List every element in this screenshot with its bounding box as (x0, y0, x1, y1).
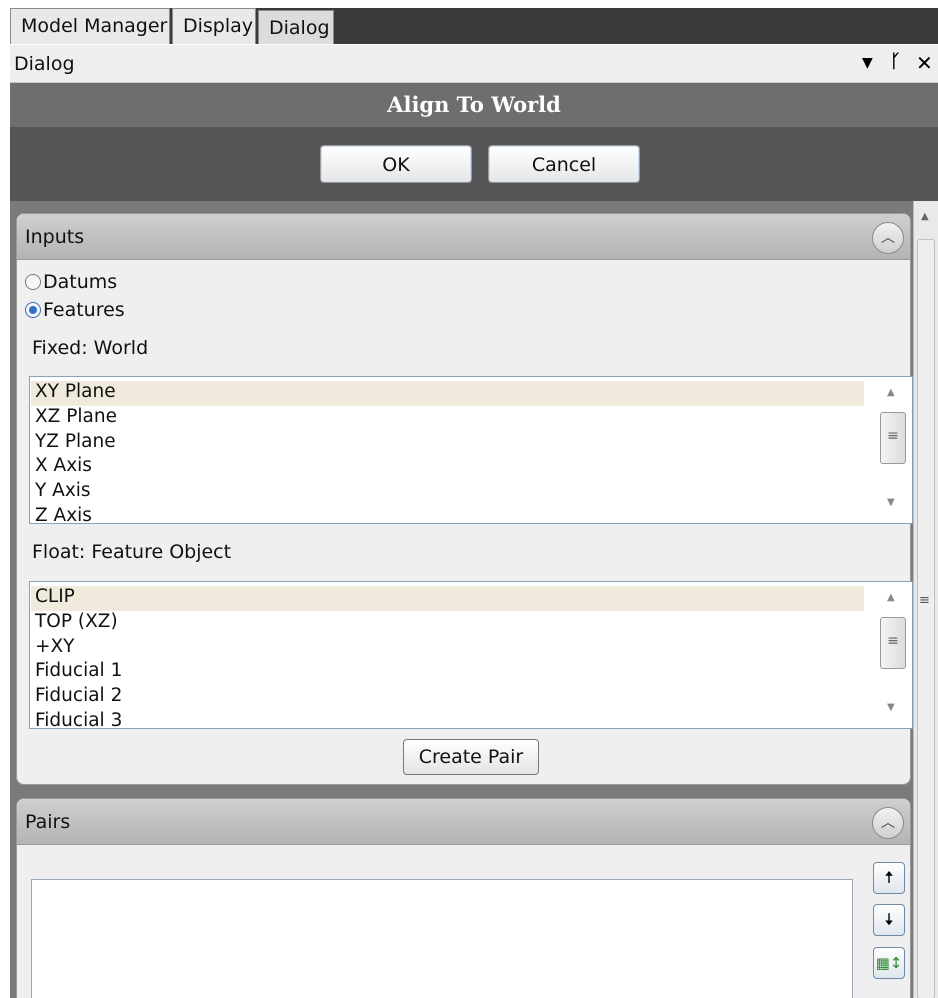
tab-label: Dialog (269, 17, 330, 39)
scroll-thumb[interactable] (917, 239, 935, 998)
scroll-up-arrow-icon[interactable]: ▲ (887, 592, 895, 603)
close-icon[interactable]: ✕ (916, 51, 933, 75)
scroll-down-arrow-icon[interactable]: ▼ (887, 497, 895, 508)
list-item[interactable]: TOP (XZ) (35, 611, 118, 636)
radio-datums-label: Datums (43, 271, 118, 293)
tab-strip: Model Manager Display Dialog (10, 8, 938, 44)
scroll-thumb[interactable]: ≡ (880, 617, 906, 669)
tab-label: Display (183, 15, 254, 37)
float-list-scrollbar[interactable]: ▲ ≡ ▼ (876, 582, 912, 728)
scroll-thumb[interactable]: ≡ (880, 412, 906, 464)
inputs-panel-header[interactable]: Inputs ︿ (17, 214, 910, 260)
chevron-down-icon[interactable]: ▼ (862, 55, 873, 71)
ok-button[interactable]: OK (320, 145, 472, 183)
list-item[interactable]: YZ Plane (35, 431, 116, 456)
panel-title-bar: Dialog ▼ ᚴ ✕ (10, 45, 938, 83)
pairs-listbox[interactable] (31, 879, 853, 998)
list-item[interactable]: Y Axis (35, 480, 91, 505)
create-pair-button[interactable]: Create Pair (403, 739, 539, 775)
list-item[interactable]: XY Plane (31, 381, 864, 406)
list-item[interactable]: Z Axis (35, 505, 92, 523)
dialog-actions: OK Cancel (10, 127, 938, 201)
pairs-header-label: Pairs (25, 811, 71, 833)
dialog-content: Inputs ︿ Datums Features Fixed: World XY… (10, 201, 938, 998)
swap-icon[interactable]: ▦↕ (873, 947, 905, 979)
cancel-button[interactable]: Cancel (488, 145, 640, 183)
dialog-title: Align To World (387, 92, 561, 117)
pairs-panel: Pairs ︿ 🠅 🠇 ▦↕ (16, 798, 911, 998)
fixed-label: Fixed: World (32, 337, 149, 359)
panel-title: Dialog (14, 53, 75, 75)
radio-unchecked-icon (25, 274, 41, 290)
float-label: Float: Feature Object (32, 541, 232, 563)
dialog-header: Align To World (10, 83, 938, 127)
list-item[interactable]: X Axis (35, 455, 92, 480)
list-item[interactable]: Fiducial 1 (35, 660, 122, 685)
tab-display[interactable]: Display (172, 8, 256, 44)
scroll-grip-icon: ≡ (919, 593, 930, 608)
float-listbox[interactable]: CLIP TOP (XZ) +XY Fiducial 1 Fiducial 2 … (29, 581, 913, 729)
pairs-panel-header[interactable]: Pairs ︿ (17, 799, 910, 845)
scroll-up-arrow-icon[interactable]: ▲ (887, 387, 895, 398)
list-item[interactable]: Fiducial 2 (35, 685, 122, 710)
tab-label: Model Manager (21, 15, 168, 37)
dialog-scrollbar[interactable]: ▲ ≡ (913, 201, 938, 998)
fixed-list-scrollbar[interactable]: ▲ ≡ ▼ (876, 377, 912, 523)
scroll-up-arrow-icon[interactable]: ▲ (921, 211, 929, 222)
tab-model-manager[interactable]: Model Manager (10, 8, 170, 44)
list-item[interactable]: +XY (35, 636, 74, 661)
radio-features[interactable]: Features (25, 299, 125, 321)
radio-features-label: Features (43, 299, 125, 321)
fixed-listbox[interactable]: XY Plane XZ Plane YZ Plane X Axis Y Axis… (29, 376, 913, 524)
list-item[interactable]: XZ Plane (35, 406, 117, 431)
collapse-pairs-chevron-up-icon[interactable]: ︿ (872, 807, 904, 839)
list-item[interactable]: CLIP (31, 586, 864, 611)
inputs-panel: Inputs ︿ Datums Features Fixed: World XY… (16, 213, 913, 785)
collapse-inputs-chevron-up-icon[interactable]: ︿ (872, 222, 904, 254)
scroll-down-arrow-icon[interactable]: ▼ (887, 702, 895, 713)
move-up-icon[interactable]: 🠅 (873, 862, 905, 894)
inputs-header-label: Inputs (25, 226, 85, 248)
move-down-icon[interactable]: 🠇 (873, 904, 905, 936)
radio-datums[interactable]: Datums (25, 271, 117, 293)
list-item[interactable]: Fiducial 3 (35, 710, 122, 728)
radio-checked-icon (25, 302, 41, 318)
tab-dialog[interactable]: Dialog (258, 10, 334, 44)
pin-icon[interactable]: ᚴ (890, 51, 901, 72)
